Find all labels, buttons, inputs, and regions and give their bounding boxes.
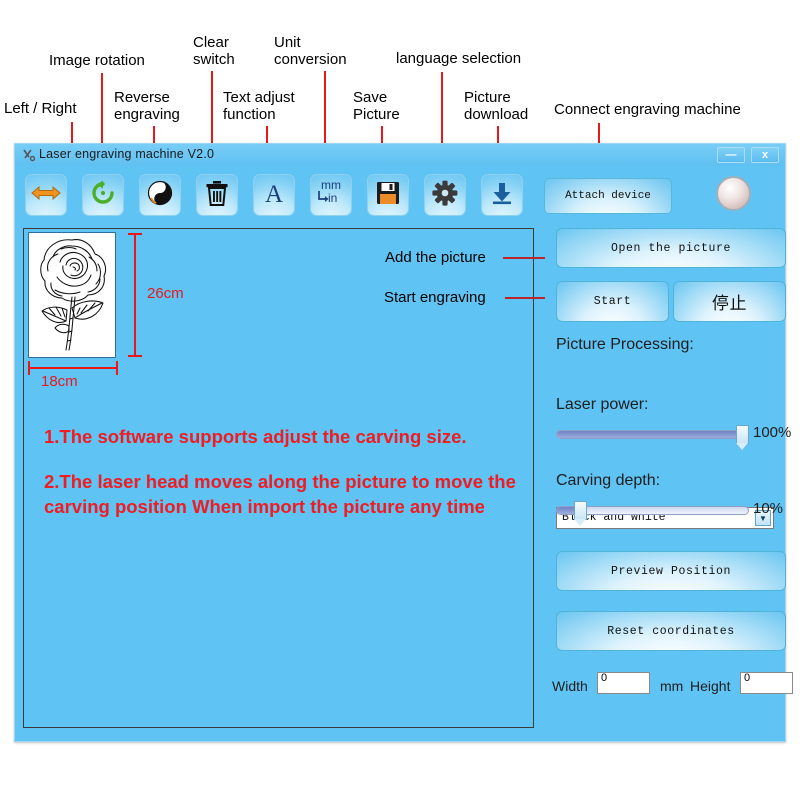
laser-power-label: Laser power: — [556, 396, 649, 413]
height-dimension-cap-bottom — [128, 355, 142, 357]
carving-depth-slider[interactable] — [556, 501, 749, 526]
annotation-save-picture: Save Picture — [353, 89, 400, 123]
width-dimension-cap-left — [28, 361, 30, 375]
callout-line-add-the-picture — [503, 257, 545, 259]
trash-icon — [205, 180, 229, 211]
stop-button[interactable]: 停止 — [673, 281, 786, 322]
title-bar: Laser engraving machine V2.0 — x — [15, 144, 785, 166]
gear-icon — [432, 180, 458, 211]
canvas-note-1: 1.The software supports adjust the carvi… — [44, 426, 467, 447]
height-input[interactable]: 0 — [740, 672, 793, 694]
annotation-language-selection: language selection — [396, 50, 522, 67]
preview-position-button[interactable]: Preview Position — [556, 551, 786, 591]
letter-a-icon: A — [261, 180, 287, 211]
width-label: Width — [552, 678, 588, 694]
width-dimension-cap-right — [116, 361, 118, 375]
annotation-unit-conversion: Unit conversion — [274, 34, 347, 68]
svg-text:A: A — [265, 181, 283, 206]
control-panel: Open the picture Start 停止 Picture Proces… — [542, 228, 793, 728]
image-rotation-button[interactable] — [82, 174, 124, 216]
annotation-left-right: Left / Right — [4, 100, 77, 117]
window-title: Laser engraving machine V2.0 — [39, 147, 215, 161]
laser-power-track — [556, 430, 749, 439]
width-unit: mm — [660, 678, 684, 694]
save-picture-button[interactable] — [367, 174, 409, 216]
horizontal-arrows-icon — [31, 183, 61, 208]
annotation-reverse-engraving: Reverse engraving — [114, 89, 180, 123]
canvas-note-2: 2.The laser head moves along the picture… — [44, 471, 516, 517]
annotation-connect-machine: Connect engraving machine — [554, 101, 741, 118]
rotate-ccw-icon — [90, 180, 116, 211]
annotation-image-rotation: Image rotation — [49, 52, 145, 69]
width-dimension-line — [28, 367, 118, 369]
attach-device-button[interactable]: Attach device — [544, 178, 672, 214]
callout-start-engraving: Start engraving — [384, 289, 486, 306]
laser-power-fill — [557, 431, 748, 438]
height-dimension-label: 26cm — [147, 285, 184, 302]
floppy-disk-icon — [376, 181, 400, 210]
close-button[interactable]: x — [751, 147, 779, 163]
width-input[interactable]: 0 — [597, 672, 650, 694]
carving-depth-label: Carving depth: — [556, 472, 661, 489]
download-icon — [490, 181, 514, 210]
height-dimension-line — [134, 233, 136, 357]
yin-yang-icon — [147, 180, 173, 211]
tools-icon — [22, 148, 36, 162]
start-button[interactable]: Start — [556, 281, 669, 322]
text-adjust-button[interactable]: A — [253, 174, 295, 216]
annotation-picture-download: Picture download — [464, 89, 529, 123]
reset-coordinates-button[interactable]: Reset coordinates — [556, 611, 786, 651]
application-window: Laser engraving machine V2.0 — x A mm in… — [14, 143, 793, 742]
callout-add-the-picture: Add the picture — [385, 249, 486, 266]
minimize-button[interactable]: — — [717, 147, 745, 163]
status-indicator-led — [716, 176, 751, 211]
clear-switch-button[interactable] — [196, 174, 238, 216]
annotation-clear-switch: Clear switch — [193, 34, 235, 68]
laser-power-slider[interactable] — [556, 425, 749, 450]
mm-to-in-icon: mm in — [314, 178, 348, 211]
carving-depth-thumb[interactable] — [574, 501, 587, 526]
picture-processing-label: Picture Processing: — [556, 336, 694, 353]
unit-conversion-button[interactable]: mm in — [310, 174, 352, 216]
height-dimension-cap-top — [128, 233, 142, 235]
rose-line-drawing-icon — [31, 233, 113, 357]
picture-thumbnail[interactable] — [28, 232, 116, 358]
left-right-flip-button[interactable] — [25, 174, 67, 216]
callout-line-start-engraving — [505, 297, 545, 299]
picture-download-button[interactable] — [481, 174, 523, 216]
annotation-text-adjust: Text adjust function — [223, 89, 295, 123]
screenshot-root: Left / Right Image rotation Reverse engr… — [0, 0, 800, 800]
open-picture-button[interactable]: Open the picture — [556, 228, 786, 268]
carving-depth-value: 10% — [753, 500, 784, 517]
language-selection-button[interactable] — [424, 174, 466, 216]
width-dimension-label: 18cm — [41, 373, 78, 390]
laser-power-value: 100% — [753, 424, 792, 441]
toolbar: A mm in Attach device — [15, 166, 785, 228]
laser-power-thumb[interactable] — [736, 425, 749, 450]
height-label: Height — [690, 678, 731, 694]
reverse-engraving-button[interactable] — [139, 174, 181, 216]
canvas-notes: 1.The software supports adjust the carvi… — [44, 424, 524, 539]
